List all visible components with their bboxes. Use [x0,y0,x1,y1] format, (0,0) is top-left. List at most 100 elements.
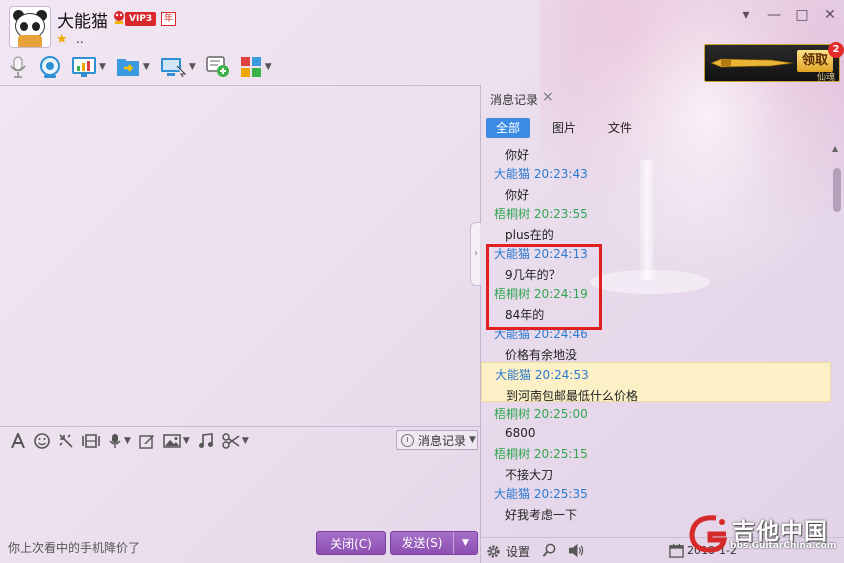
message-history-list[interactable]: 你好 大能猫 20:23:43 你好 梧桐树 20:23:55 plus在的 大… [481,142,831,536]
history-scrollbar[interactable]: ▲ [832,142,842,536]
close-window-button[interactable]: ✕ [816,4,844,26]
message-time: 20:24:19 [533,287,588,301]
font-button[interactable] [10,432,26,449]
add-app-icon [206,56,229,77]
close-icon[interactable]: × [542,89,554,105]
ad-count-badge: 2 [828,42,844,58]
clock-icon [401,433,414,447]
history-message: 大能猫 20:23:43 你好 [481,162,831,202]
chevron-down-icon[interactable]: ▼ [242,436,249,446]
edit-button[interactable] [139,433,155,449]
image-button[interactable]: ▼ [163,433,190,449]
game-ad-banner[interactable]: 领取 仙魂 [704,44,840,83]
avatar[interactable] [9,6,51,48]
history-tab-bar: 消息记录 × [481,85,844,113]
message-text: 6800 [505,426,536,440]
history-filters: 全部 图片 文件 [486,118,654,140]
history-message: 梧桐树 20:25:15 不接大刀 [481,442,831,482]
history-message: 大能猫 20:24:46 价格有余地没 [481,322,831,362]
message-text: plus在的 [505,228,554,242]
nudge-icon [59,433,73,448]
calendar-icon [669,543,684,558]
calendar-button[interactable] [669,543,684,558]
search-icon [542,543,556,557]
volume-button[interactable] [568,543,585,558]
message-text: 你好 [505,188,530,202]
chevron-down-icon[interactable]: ▼ [183,436,190,446]
sender-name: 大能猫 [495,368,532,382]
history-message: 梧桐树 20:23:55 plus在的 [481,202,831,242]
message-header: 大能猫 20:25:35 [494,485,588,502]
chevron-down-icon[interactable]: ▼ [99,62,106,72]
message-time: 20:25:00 [533,407,588,421]
message-header: 大能猫 20:24:53 [495,366,589,383]
chevron-down-icon[interactable]: ▼ [189,62,196,72]
window-controls: ▾ — □ ✕ [732,4,844,26]
music-button[interactable] [198,432,214,449]
message-time: 20:25:15 [533,447,588,461]
message-time: 20:23:55 [533,207,588,221]
skin-icon[interactable]: ▾ [732,4,760,26]
filter-images[interactable]: 图片 [542,118,586,138]
chevron-down-icon[interactable]: ▼ [265,62,272,72]
message-header: 大能猫 20:23:43 [494,165,588,182]
apps-button[interactable]: ▼ [240,54,272,80]
send-options-chevron-icon[interactable]: ▼ [453,532,477,554]
history-message-highlighted: 大能猫 20:24:53 到河南包邮最低什么价格 [481,362,831,403]
scissors-icon [222,432,240,449]
ad-sub-label: 仙魂 [817,73,836,83]
personal-signature: .. [76,32,84,46]
close-button[interactable]: 关闭(C) [316,531,386,555]
guitarchina-logo-icon [689,515,728,553]
music-icon [198,432,213,448]
microphone-icon [10,56,26,78]
message-text: 好我考虑一下 [505,508,578,522]
message-header: 大能猫 20:24:13 [494,245,588,262]
screen-share-button[interactable]: ▼ [72,54,106,80]
voice-call-button[interactable] [8,54,28,80]
message-time: 20:24:53 [534,368,589,382]
message-text: 你好 [505,148,530,162]
message-time: 20:24:13 [533,247,588,261]
history-message: 大能猫 20:24:13 9几年的？ [481,242,831,282]
image-icon [163,433,181,448]
gear-icon [487,545,500,558]
sender-name: 梧桐树 [494,287,531,301]
sender-name: 大能猫 [494,487,531,501]
video-call-button[interactable] [38,54,62,80]
history-tab[interactable]: 消息记录 [490,91,538,108]
maximize-button[interactable]: □ [788,4,816,26]
message-header: 梧桐树 20:24:19 [494,285,588,302]
settings-button[interactable]: 设置 [486,543,530,560]
minimize-button[interactable]: — [760,4,788,26]
filter-files[interactable]: 文件 [598,118,642,138]
voice-message-button[interactable]: ▼ [108,433,131,449]
remote-desktop-button[interactable]: ▼ [160,54,196,80]
promo-tip-link[interactable]: 你上次看中的手机降价了 [8,539,140,556]
message-history-button-label: 消息记录 [418,433,467,448]
nudge-button[interactable] [58,433,74,449]
font-icon [11,432,25,448]
emoji-icon [34,432,50,449]
message-header: 梧桐树 20:23:55 [494,205,588,222]
history-message: 梧桐树 20:25:00 6800 [481,402,831,442]
add-app-button[interactable] [206,54,230,80]
message-header: 梧桐树 20:25:00 [494,405,588,422]
send-button-label[interactable]: 发送(S) [391,532,453,554]
collapse-panel-toggle[interactable]: › [470,222,481,286]
screenshot-button[interactable] [82,433,100,449]
send-file-button[interactable]: ▼ [116,54,150,80]
search-button[interactable] [542,543,557,558]
filter-all[interactable]: 全部 [486,118,531,138]
send-button[interactable]: 发送(S) ▼ [390,531,478,555]
chevron-down-icon[interactable]: ▼ [143,62,150,72]
message-text: 9几年的？ [505,268,561,282]
message-history-button[interactable]: 消息记录 ▼ [396,430,478,450]
claim-button[interactable]: 领取 [797,50,833,72]
scissors-button[interactable]: ▼ [222,432,249,449]
sender-name: 大能猫 [494,167,531,181]
emoji-button[interactable] [34,432,50,449]
scrollbar-thumb[interactable] [833,168,841,212]
scroll-up-arrow-icon[interactable]: ▲ [832,144,838,153]
chevron-down-icon[interactable]: ▼ [124,436,131,446]
